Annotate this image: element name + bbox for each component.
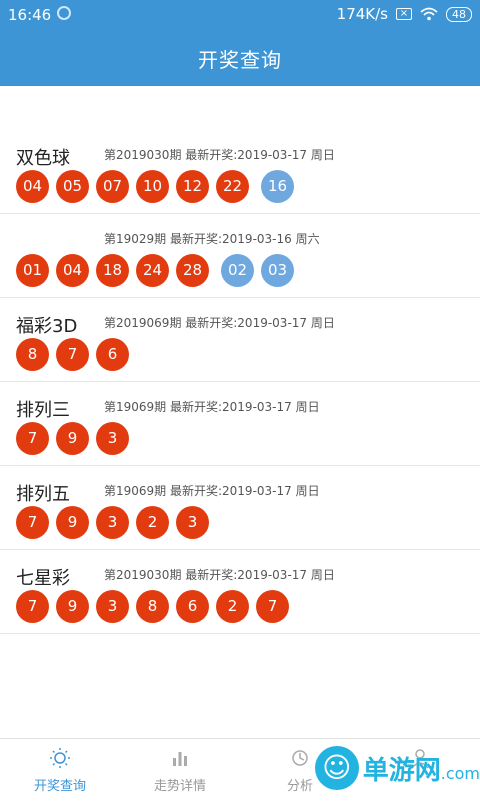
status-time: 16:46 [8, 6, 52, 24]
page-title: 开奖查询 [198, 48, 282, 72]
ball-group: 79323 [16, 506, 216, 539]
lottery-name: 七星彩 [16, 568, 70, 589]
red-ball: 7 [16, 590, 49, 623]
red-ball: 6 [96, 338, 129, 371]
notification-icon [57, 6, 71, 20]
red-ball: 18 [96, 254, 129, 287]
ball-group: 793 [16, 422, 136, 455]
watermark-logo-icon: ☺ [314, 746, 359, 790]
lottery-name: 双色球 [16, 148, 70, 169]
lottery-name: 福彩3D [16, 316, 78, 337]
red-ball: 04 [16, 170, 49, 203]
red-ball: 7 [256, 590, 289, 623]
red-ball: 8 [136, 590, 169, 623]
tab-label: 走势详情 [153, 779, 206, 794]
red-ball: 07 [96, 170, 129, 203]
red-ball: 9 [56, 506, 89, 539]
ball-group: 01 04 18 24 28 02 03 [16, 254, 301, 287]
battery-icon: 48 [446, 6, 472, 22]
analysis-icon [289, 747, 311, 769]
ball-group: 876 [16, 338, 136, 371]
red-ball: 2 [136, 506, 169, 539]
lottery-row[interactable]: 排列三 第19069期 最新开奖:2019-03-17 周日 7 9 3 [0, 382, 480, 466]
red-ball: 22 [216, 170, 249, 203]
sim-icon: × [396, 8, 412, 20]
lottery-name: 排列三 [16, 400, 70, 421]
red-ball: 9 [56, 590, 89, 623]
wifi-icon [420, 7, 438, 21]
blue-ball: 02 [221, 254, 254, 287]
draw-info: 第2019030期 最新开奖:2019-03-17 周日 [104, 148, 335, 162]
top-bar: 16:46 174K/s × 48 开奖查询 [0, 0, 480, 86]
draw-info: 第19029期 最新开奖:2019-03-16 周六 [104, 232, 320, 246]
lottery-row[interactable]: 福彩3D 第2019069期 最新开奖:2019-03-17 周日 8 7 6 [0, 298, 480, 382]
tab-label: 开奖查询 [33, 779, 86, 794]
draw-info: 第2019030期 最新开奖:2019-03-17 周日 [104, 568, 335, 582]
red-ball: 8 [16, 338, 49, 371]
red-ball: 7 [56, 338, 89, 371]
red-ball: 3 [96, 422, 129, 455]
lottery-list: 双色球 第2019030期 最新开奖:2019-03-17 周日 04 05 07 10 1… [0, 130, 480, 634]
draw-info: 第19069期 最新开奖:2019-03-17 周日 [104, 400, 320, 414]
red-ball: 6 [176, 590, 209, 623]
lottery-row[interactable]: 第19029期 最新开奖:2019-03-16 周六 01 04 18 24 28 02 03 [0, 214, 480, 298]
red-ball: 05 [56, 170, 89, 203]
red-ball: 01 [16, 254, 49, 287]
red-ball: 3 [96, 506, 129, 539]
lottery-row[interactable]: 七星彩 第2019030期 最新开奖:2019-03-17 周日 7 9 3 8 6 2 7 [0, 550, 480, 634]
blue-ball: 16 [261, 170, 294, 203]
watermark: ☺ 单游网 .com [314, 746, 480, 790]
watermark-text: 单游网 [362, 755, 441, 786]
red-ball: 3 [96, 590, 129, 623]
red-ball: 04 [56, 254, 89, 287]
red-ball: 28 [176, 254, 209, 287]
watermark-suffix: .com [440, 763, 480, 783]
sun-icon [49, 747, 71, 769]
draw-info: 第2019069期 最新开奖:2019-03-17 周日 [104, 316, 335, 330]
ball-group: 7938627 [16, 590, 296, 623]
network-speed: 174K/s [336, 5, 388, 23]
ball-group: 04 05 07 10 12 22 16 [16, 170, 301, 203]
bar-chart-icon [169, 747, 191, 769]
blue-ball: 03 [261, 254, 294, 287]
red-ball: 7 [16, 506, 49, 539]
red-ball: 2 [216, 590, 249, 623]
status-bar: 16:46 174K/s × 48 [0, 0, 480, 30]
red-ball: 9 [56, 422, 89, 455]
tab-0[interactable]: 开奖查询 [0, 739, 120, 801]
red-ball: 10 [136, 170, 169, 203]
lottery-name: 排列五 [16, 484, 70, 505]
red-ball: 12 [176, 170, 209, 203]
lottery-row[interactable]: 双色球 第2019030期 最新开奖:2019-03-17 周日 04 05 07 10 1… [0, 130, 480, 214]
red-ball: 7 [16, 422, 49, 455]
lottery-row[interactable]: 排列五 第19069期 最新开奖:2019-03-17 周日 7 9 3 2 3 [0, 466, 480, 550]
red-ball: 3 [176, 506, 209, 539]
draw-info: 第19069期 最新开奖:2019-03-17 周日 [104, 484, 320, 498]
red-ball: 24 [136, 254, 169, 287]
tab-1[interactable]: 走势详情 [120, 739, 240, 801]
status-right: 174K/s × 48 [337, 5, 472, 23]
